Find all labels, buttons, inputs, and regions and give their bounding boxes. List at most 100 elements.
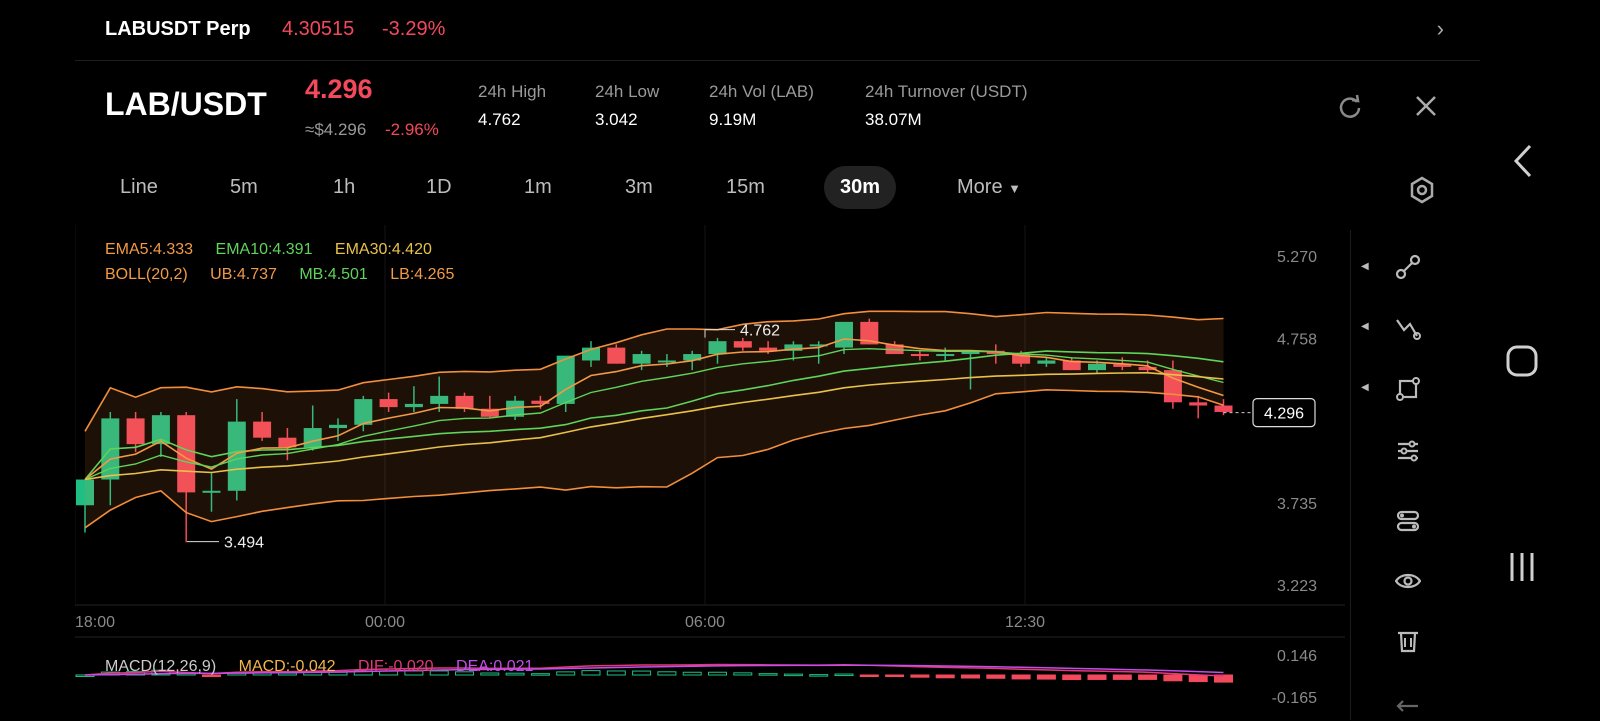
macd-histogram-bar	[859, 674, 879, 677]
ema5-label: EMA5:4.333	[105, 241, 194, 258]
x-tick-label: 06:00	[685, 614, 725, 631]
approx-price: ≈$4.296	[305, 120, 367, 139]
low-marker-label: 3.494	[224, 535, 264, 552]
macd-histogram-bar	[606, 670, 626, 676]
ema-legend: EMA5:4.333 EMA10:4.391 EMA30:4.420	[105, 241, 432, 259]
tab-1h[interactable]: 1h	[333, 176, 355, 199]
macd-histogram-bar	[530, 673, 550, 676]
candle-body	[1189, 402, 1208, 406]
perp-bar[interactable]: LABUSDT Perp 4.30515 -3.29% ›	[75, 0, 1480, 61]
trash-icon[interactable]	[1395, 628, 1421, 654]
macd-histogram-bar	[1011, 674, 1031, 680]
macd-tick-label: -0.165	[1272, 690, 1317, 707]
ema10-label: EMA10:4.391	[215, 241, 313, 258]
home-icon[interactable]	[1505, 344, 1539, 378]
stat-turnover-label: 24h Turnover (USDT)	[865, 82, 1028, 101]
macd-histogram-bar	[581, 670, 601, 676]
macd-histogram-bar	[1138, 674, 1158, 680]
stat-low-label: 24h Low	[595, 82, 660, 101]
more-label: More	[957, 176, 1003, 198]
y-tick-label: 3.735	[1277, 496, 1317, 513]
expand-left-icon[interactable]: ◀	[1361, 321, 1369, 332]
candle-body	[1214, 405, 1233, 412]
tab-15m[interactable]: 15m	[726, 176, 765, 199]
layers-icon[interactable]	[1395, 508, 1421, 534]
mb-label: MB:4.501	[299, 266, 368, 283]
undo-icon[interactable]	[1395, 695, 1421, 721]
macd-histogram-bar	[758, 673, 778, 676]
expand-left-icon[interactable]: ◀	[1361, 261, 1369, 272]
macd-histogram-bar	[556, 671, 576, 676]
tab-5m[interactable]: 5m	[230, 176, 258, 199]
stat-vol-value: 9.19M	[709, 110, 757, 129]
macd-histogram-bar	[885, 674, 905, 677]
tab-1m[interactable]: 1m	[524, 176, 552, 199]
macd-tick-label: 0.146	[1277, 648, 1317, 665]
sliders-icon[interactable]	[1395, 438, 1421, 464]
pair-title: LAB/USDT	[105, 86, 267, 122]
macd-histogram-bar	[986, 674, 1006, 679]
macd-label: MACD:-0.042	[238, 658, 336, 675]
perp-name: LABUSDT Perp	[105, 18, 251, 40]
eye-icon[interactable]	[1395, 568, 1421, 594]
stat-high-value: 4.762	[478, 110, 521, 129]
last-price: 4.296	[305, 74, 373, 104]
stat-high-label: 24h High	[478, 82, 547, 101]
refresh-icon[interactable]	[1337, 93, 1365, 121]
stat-low-value: 3.042	[595, 110, 638, 129]
boll-label: BOLL(20,2)	[105, 266, 188, 283]
high-marker-label: 4.762	[740, 323, 780, 340]
back-icon[interactable]	[1508, 142, 1538, 180]
recents-icon[interactable]	[1505, 550, 1539, 584]
y-tick-label: 3.223	[1277, 578, 1317, 595]
macd-histogram-bar	[1087, 674, 1107, 680]
tab-1d[interactable]: 1D	[426, 176, 452, 199]
x-tick-label: 00:00	[365, 614, 405, 631]
lb-label: LB:4.265	[390, 266, 455, 283]
dea-label: DEA:0.021	[456, 658, 534, 675]
macd-histogram-bar	[1188, 674, 1208, 683]
stat-turnover-value: 38.07M	[865, 110, 922, 129]
ub-label: UB:4.737	[210, 266, 277, 283]
macd-histogram-bar	[910, 674, 930, 678]
macd-name: MACD(12,26,9)	[105, 658, 217, 675]
expand-left-icon[interactable]: ◀	[1361, 382, 1369, 393]
macd-legend: MACD(12,26,9) MACD:-0.042 DIF:-0.020 DEA…	[105, 658, 533, 676]
perp-change: -3.29%	[382, 18, 446, 40]
change-percent: -2.96%	[385, 120, 439, 139]
caret-down-icon: ▼	[1008, 181, 1022, 196]
zigzag-icon[interactable]	[1395, 316, 1421, 342]
macd-histogram-bar	[632, 670, 652, 676]
macd-histogram-bar	[961, 674, 980, 679]
macd-histogram-bar	[809, 674, 829, 677]
x-tick-label: 12:30	[1005, 614, 1045, 631]
ema30-label: EMA30:4.420	[334, 241, 432, 258]
settings-icon[interactable]	[1408, 176, 1436, 204]
more-tab[interactable]: More ▼	[957, 176, 1021, 199]
macd-histogram-bar	[682, 671, 702, 676]
x-tick-label: 18:00	[75, 614, 115, 631]
boll-legend: BOLL(20,2) UB:4.737 MB:4.501 LB:4.265	[105, 266, 454, 284]
stat-vol-label: 24h Vol (LAB)	[709, 82, 814, 101]
perp-price: 4.30515	[282, 18, 355, 40]
dif-label: DIF:-0.020	[357, 658, 434, 675]
boll-band-area	[85, 311, 1224, 528]
macd-histogram-bar	[783, 673, 803, 677]
tab-30m[interactable]: 30m	[824, 166, 897, 209]
macd-histogram-bar	[708, 671, 727, 676]
tab-line[interactable]: Line	[120, 176, 158, 199]
trendline-icon[interactable]	[1395, 254, 1421, 280]
macd-histogram-bar	[834, 673, 854, 677]
macd-histogram-bar	[733, 672, 753, 676]
tab-3m[interactable]: 3m	[625, 176, 653, 199]
y-tick-label: 5.270	[1277, 249, 1317, 266]
macd-histogram-bar	[1036, 674, 1056, 680]
close-icon[interactable]	[1414, 94, 1438, 118]
macd-histogram-bar	[657, 671, 677, 676]
macd-histogram-bar	[935, 674, 955, 679]
shape-icon[interactable]	[1395, 376, 1421, 402]
current-price-label: 4.296	[1264, 406, 1304, 423]
price-chart[interactable]: 5.270 4.758 3.735 3.223 18:00 00:00 06:00 12:30…	[75, 225, 1345, 720]
chevron-right-icon[interactable]: ›	[1437, 16, 1444, 42]
macd-histogram-bar	[1112, 674, 1132, 680]
